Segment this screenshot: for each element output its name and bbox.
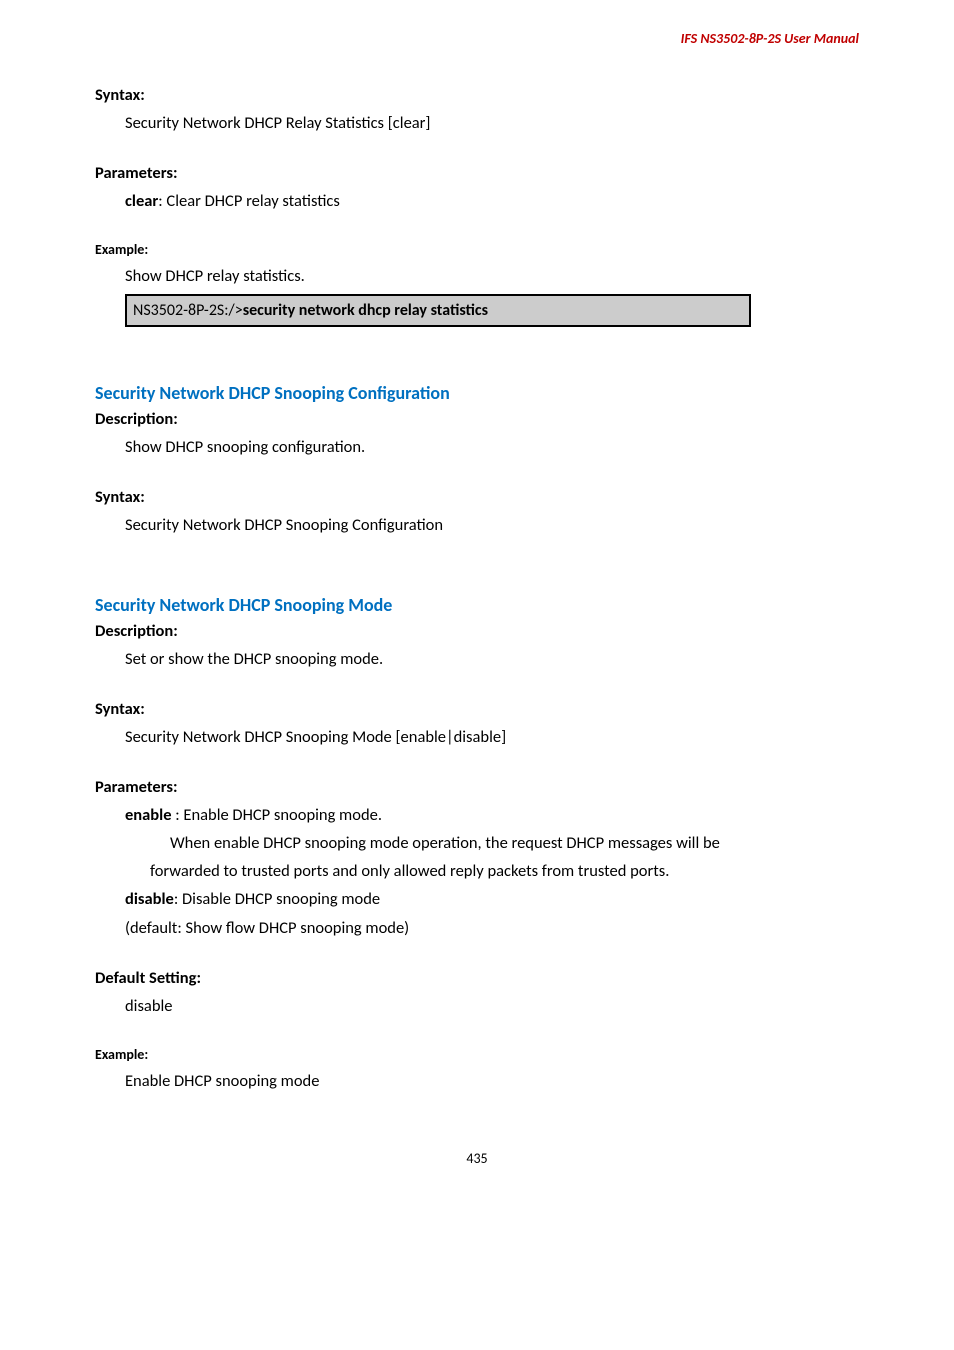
param-clear-text: : Clear DHCP relay statistics — [158, 191, 340, 211]
section-title-snooping-config: Security Network DHCP Snooping Configura… — [95, 382, 859, 404]
param-enable-detail-1: When enable DHCP snooping mode operation… — [170, 829, 859, 857]
param-clear-bold: clear — [125, 191, 158, 211]
description-label: Description: — [95, 409, 859, 429]
syntax-text: Security Network DHCP Relay Statistics [… — [125, 109, 859, 137]
param-enable-bold: enable — [125, 805, 172, 825]
param-disable-bold: disable — [125, 889, 174, 909]
syntax-label-2: Syntax: — [95, 487, 859, 507]
example-label-3: Example: — [95, 1046, 859, 1063]
param-disable-text: : Disable DHCP snooping mode — [174, 889, 380, 909]
param-enable-text: : Enable DHCP snooping mode. — [172, 805, 382, 825]
page-header: IFS NS3502-8P-2S User Manual — [95, 30, 859, 47]
syntax-text-3: Security Network DHCP Snooping Mode [ena… — [125, 723, 859, 751]
code-prefix: NS3502-8P-2S:/> — [133, 301, 243, 320]
description-label-3: Description: — [95, 621, 859, 641]
param-enable-detail-2: forwarded to trusted ports and only allo… — [150, 857, 859, 885]
example-text: Show DHCP relay statistics. — [125, 262, 859, 290]
example-text-3: Enable DHCP snooping mode — [125, 1067, 859, 1095]
section-title-snooping-mode: Security Network DHCP Snooping Mode — [95, 594, 859, 616]
description-text: Show DHCP snooping configuration. — [125, 433, 859, 461]
syntax-text-2: Security Network DHCP Snooping Configura… — [125, 511, 859, 539]
syntax-label-3: Syntax: — [95, 699, 859, 719]
parameters-label: Parameters: — [95, 163, 859, 183]
param-enable: enable : Enable DHCP snooping mode. — [125, 801, 859, 829]
default-setting-label: Default Setting: — [95, 968, 859, 988]
page-number: 435 — [95, 1150, 859, 1167]
code-command: security network dhcp relay statistics — [243, 301, 488, 320]
example-label: Example: — [95, 241, 859, 258]
syntax-label: Syntax: — [95, 85, 859, 105]
description-text-3: Set or show the DHCP snooping mode. — [125, 645, 859, 673]
param-disable: disable: Disable DHCP snooping mode — [125, 885, 859, 913]
parameters-text: clear: Clear DHCP relay statistics — [125, 187, 859, 215]
parameters-label-3: Parameters: — [95, 777, 859, 797]
code-box: NS3502-8P-2S:/>security network dhcp rel… — [125, 294, 751, 327]
default-setting-text: disable — [125, 992, 859, 1020]
param-default-hint: (default: Show flow DHCP snooping mode) — [125, 914, 859, 942]
